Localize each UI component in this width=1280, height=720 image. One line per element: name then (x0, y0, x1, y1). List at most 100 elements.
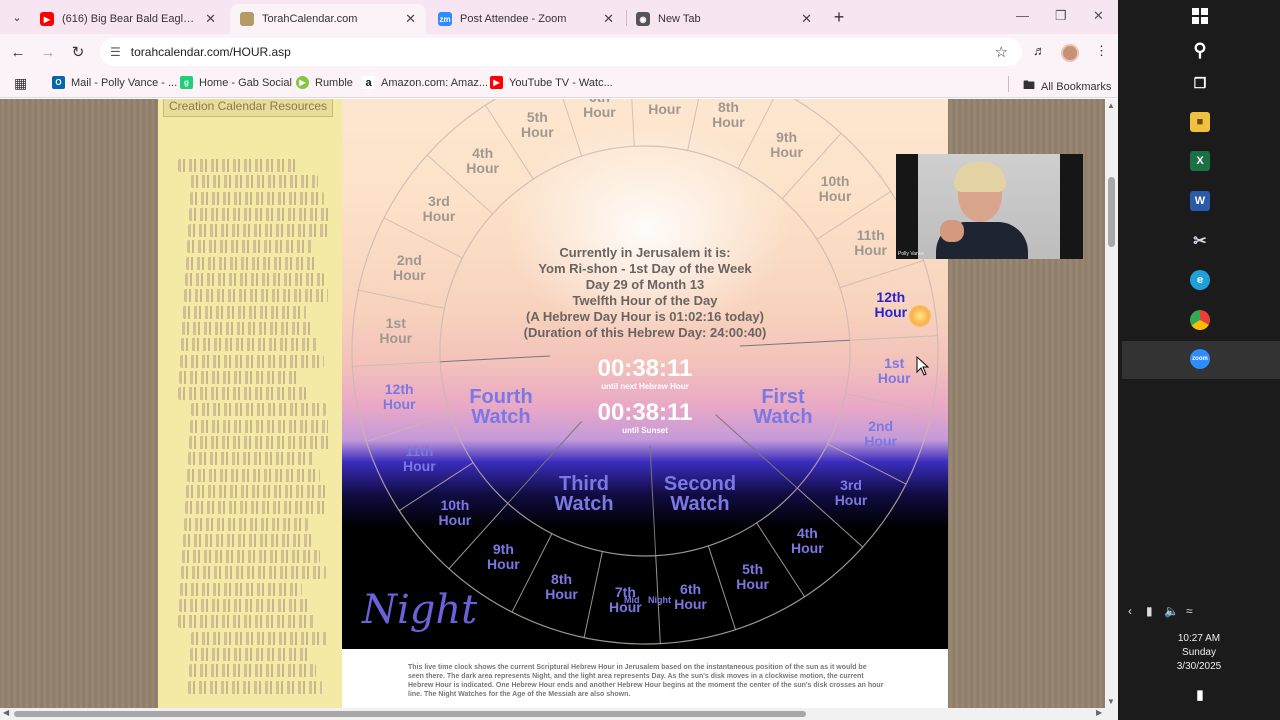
reload-icon: ↻ (71, 44, 85, 61)
file-explorer-icon[interactable]: ■ (1190, 112, 1210, 132)
scroll-left-icon[interactable]: ◀ (3, 708, 9, 717)
excel-icon[interactable]: X (1190, 151, 1210, 171)
bookmark-item[interactable]: a Amazon.com: Amaz... (362, 76, 488, 89)
scroll-text-line (188, 680, 322, 694)
tab-youtube[interactable]: ▶ (616) Big Bear Bald Eagle Live N ✕ (30, 4, 226, 34)
edge-icon[interactable]: e (1190, 270, 1210, 290)
scroll-text-line (183, 305, 306, 319)
window-close-icon[interactable]: ✕ (1093, 8, 1104, 24)
restore-icon[interactable]: ❐ (1055, 8, 1067, 24)
bookmark-item[interactable]: ▶ YouTube TV - Watc... (490, 76, 613, 89)
night-hour-label: 11th Hour (403, 442, 436, 474)
chrome-icon[interactable] (1190, 310, 1210, 330)
all-bookmarks-label: All Bookmarks (1041, 80, 1112, 93)
first-watch-label: First Watch (753, 386, 813, 428)
bookmark-label: YouTube TV - Watc... (509, 76, 613, 89)
scroll-text-line (179, 370, 300, 384)
night-hour-label: 2nd Hour (864, 418, 897, 450)
zoom-icon[interactable]: zoom (1190, 349, 1210, 369)
notifications-icon[interactable]: ▮ (1190, 685, 1210, 705)
taskbar-time[interactable]: 10:27 AM (1118, 633, 1280, 644)
description-text: This live time clock shows the current S… (408, 664, 884, 698)
battery-icon[interactable]: ▮ (1146, 604, 1153, 618)
close-icon[interactable]: ✕ (405, 11, 416, 27)
bookmark-item[interactable]: O Mail - Polly Vance - ... (52, 76, 177, 89)
windows-start-icon[interactable] (1190, 6, 1210, 26)
tab-new-tab[interactable]: ◉ New Tab ✕ (626, 4, 822, 34)
site-info-icon[interactable]: ☰ (110, 45, 121, 59)
bookmark-label: Mail - Polly Vance - ... (71, 76, 178, 89)
second-watch-label: Second Watch (663, 473, 737, 515)
address-bar[interactable]: ☰ torahcalendar.com/HOUR.asp ☆ (100, 38, 1022, 66)
scroll-text-line (184, 517, 308, 531)
tab-search-button[interactable]: ⌄ (6, 6, 28, 28)
scroll-text-line (185, 501, 328, 515)
forward-button[interactable]: → (38, 42, 58, 62)
outlook-icon: O (52, 76, 65, 89)
bookmark-label: Rumble (315, 76, 353, 89)
video-person-hand (940, 220, 964, 242)
scroll-text-line (191, 631, 328, 645)
back-button[interactable]: ← (8, 42, 28, 62)
word-icon[interactable]: W (1190, 191, 1210, 211)
vertical-scrollbar[interactable]: ▲ ▼ (1105, 99, 1118, 708)
search-icon[interactable]: ⚲ (1190, 40, 1210, 60)
volume-icon[interactable]: 🔈 (1164, 604, 1179, 618)
navigation-toolbar: ← → ↻ ☰ torahcalendar.com/HOUR.asp ☆ ♬ ⋮ (0, 34, 1118, 70)
close-icon[interactable]: ✕ (801, 11, 812, 27)
zoom-video-thumbnail[interactable]: Polly Vance (896, 154, 1083, 259)
scroll-text-line (180, 354, 324, 368)
watch-divider-line (739, 339, 850, 347)
minimize-icon[interactable]: — (1016, 8, 1029, 23)
task-view-icon[interactable]: ❐ (1190, 73, 1210, 93)
apps-grid-icon[interactable]: ▦ (14, 75, 27, 92)
taskbar-date[interactable]: 3/30/2025 (1118, 661, 1280, 672)
snipping-tool-icon[interactable]: ✂ (1190, 231, 1210, 251)
bookmark-item[interactable]: ▶ Rumble (296, 76, 353, 89)
scroll-text-line (189, 207, 328, 221)
scroll-up-icon[interactable]: ▲ (1107, 101, 1115, 110)
taskbar-day[interactable]: Sunday (1118, 647, 1280, 658)
scroll-down-icon[interactable]: ▼ (1107, 697, 1115, 706)
bookmark-item[interactable]: g Home - Gab Social (180, 76, 292, 89)
tab-title: New Tab (658, 13, 701, 25)
wifi-icon[interactable]: ≈ (1186, 604, 1193, 618)
tab-torahcalendar[interactable]: TorahCalendar.com ✕ (230, 4, 426, 34)
reload-button[interactable]: ↻ (68, 42, 88, 62)
new-tab-button[interactable]: + (828, 6, 850, 28)
profile-avatar[interactable] (1061, 44, 1079, 62)
close-icon[interactable]: ✕ (205, 11, 216, 27)
more-menu-icon[interactable]: ⋮ (1095, 43, 1108, 59)
all-bookmarks-button[interactable]: 🖿 All Bookmarks (1023, 76, 1111, 97)
scroll-text-line (189, 664, 316, 678)
day-hour-label: 10th Hour (818, 172, 852, 204)
close-icon[interactable]: ✕ (603, 11, 614, 27)
windows-taskbar: ⚲ ❐ ■ X W ✂ e zoom ‹ ▮ 🔈 ≈ 10:27 AM Sund… (1118, 0, 1280, 720)
night-hour-label: 5th Hour (736, 560, 769, 592)
bookmark-separator (1008, 76, 1009, 92)
horizontal-scrollbar[interactable]: ◀ ▶ (0, 708, 1118, 720)
night-hour-label: 12th Hour (382, 380, 416, 412)
scroll-text-line (181, 566, 326, 580)
day-hour-label: 4th Hour (466, 144, 499, 176)
tab-title: Post Attendee - Zoom (460, 13, 567, 25)
scroll-text-line (183, 533, 314, 547)
tab-zoom[interactable]: zm Post Attendee - Zoom ✕ (428, 4, 624, 34)
day-hour-label: 2nd Hour (392, 251, 426, 283)
media-controls-icon[interactable]: ♬ (1033, 43, 1046, 58)
folder-icon: 🖿 (1023, 78, 1036, 92)
scroll-text-line (190, 419, 328, 433)
url-text: torahcalendar.com/HOUR.asp (130, 45, 291, 59)
scroll-text-line (182, 550, 320, 564)
horizontal-scroll-thumb[interactable] (14, 711, 806, 717)
youtube-icon: ▶ (40, 12, 54, 26)
chevron-left-icon[interactable]: ‹ (1128, 604, 1132, 618)
day-hour-label: 3rd Hour (422, 193, 456, 225)
scroll-text-line (191, 175, 318, 189)
scroll-right-icon[interactable]: ▶ (1096, 708, 1102, 717)
creation-calendar-resources-button[interactable]: Creation Calendar Resources (163, 99, 333, 117)
day-hour-label: 5th Hour (521, 109, 554, 141)
vertical-scroll-thumb[interactable] (1108, 177, 1115, 247)
scroll-text-line (181, 338, 318, 352)
bookmark-star-icon[interactable]: ☆ (995, 43, 1008, 61)
